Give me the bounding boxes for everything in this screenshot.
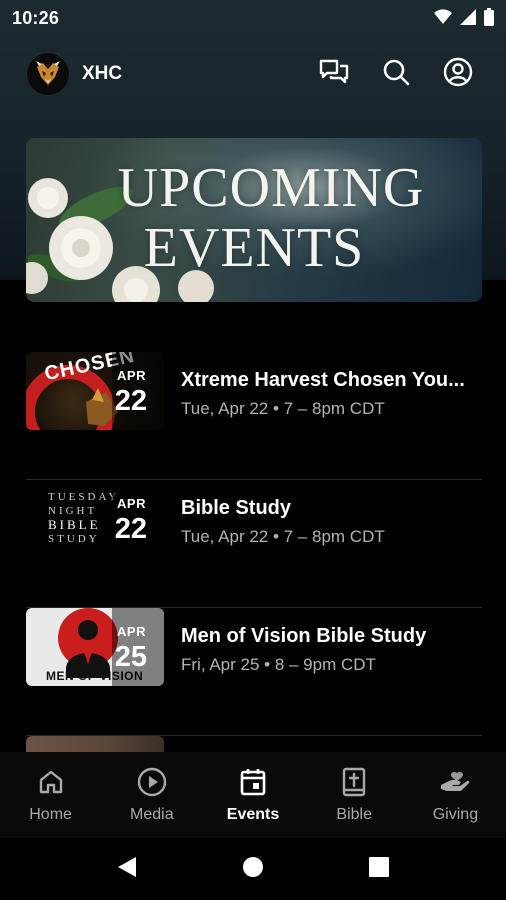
- nav-label: Events: [226, 806, 280, 823]
- back-button[interactable]: [112, 854, 142, 884]
- event-list-item[interactable]: TUESDAY NIGHT BIBLE STUDY APR 22 Bible S…: [26, 480, 482, 608]
- home-system-button[interactable]: [238, 854, 268, 884]
- nav-label: Bible: [336, 806, 372, 823]
- event-time: Fri, Apr 25 • 8 – 9pm CDT: [181, 655, 376, 674]
- event-month: APR: [117, 368, 146, 383]
- banner-heading-line1: UPCOMING: [117, 157, 425, 219]
- event-thumbnail: MEN OF VISION APR 25: [26, 608, 164, 686]
- event-title: Men of Vision Bible Study: [181, 625, 427, 647]
- event-time: Tue, Apr 22 • 7 – 8pm CDT: [181, 527, 385, 546]
- events-list: CHOSEN APR 22 Xtreme Harvest Chosen You.…: [26, 352, 482, 796]
- nav-item-events[interactable]: Events: [202, 752, 303, 838]
- nav-label: Giving: [432, 806, 479, 823]
- event-month: APR: [117, 496, 146, 511]
- event-thumbnail: TUESDAY NIGHT BIBLE STUDY APR 22: [26, 480, 164, 558]
- system-navigation-bar: [0, 838, 506, 900]
- thumbnail-caption: NIGHT: [48, 505, 98, 517]
- event-list-item[interactable]: MEN OF VISION APR 25 Men of Vision Bible…: [26, 608, 482, 736]
- status-time: 10:26: [12, 8, 60, 28]
- church-logo[interactable]: [26, 52, 70, 96]
- nav-label: Media: [130, 806, 174, 823]
- event-day: 22: [114, 513, 147, 545]
- app-header: XHC: [26, 52, 482, 96]
- thumbnail-caption: STUDY: [48, 533, 100, 545]
- wifi-icon: [434, 9, 452, 25]
- search-icon: [382, 58, 410, 91]
- giving-hand-icon: [439, 766, 471, 798]
- account-circle-icon: [443, 57, 473, 92]
- chat-icon: [319, 58, 349, 91]
- nav-item-giving[interactable]: Giving: [405, 752, 506, 838]
- event-day: 25: [114, 641, 147, 673]
- back-triangle-icon: [116, 855, 138, 884]
- event-day: 22: [114, 385, 147, 417]
- upcoming-events-banner: UPCOMING EVENTS: [26, 138, 482, 302]
- account-button[interactable]: [442, 57, 474, 92]
- calendar-icon: [237, 766, 269, 798]
- cell-signal-icon: [460, 9, 476, 25]
- banner-heading-line2: EVENTS: [143, 217, 365, 279]
- bible-icon: [338, 766, 370, 798]
- event-list-item[interactable]: CHOSEN APR 22 Xtreme Harvest Chosen You.…: [26, 352, 482, 480]
- play-circle-icon: [136, 766, 168, 798]
- event-title: Xtreme Harvest Chosen You...: [181, 369, 465, 391]
- thumbnail-caption: BIBLE: [48, 517, 101, 532]
- recents-button[interactable]: [364, 854, 394, 884]
- home-circle-icon: [241, 855, 265, 884]
- thumbnail-caption: TUESDAY: [48, 491, 120, 503]
- chat-button[interactable]: [318, 58, 350, 90]
- battery-icon: [484, 8, 494, 26]
- app-title: XHC: [82, 63, 123, 84]
- event-time: Tue, Apr 22 • 7 – 8pm CDT: [181, 399, 385, 418]
- search-button[interactable]: [380, 58, 412, 90]
- nav-item-home[interactable]: Home: [0, 752, 101, 838]
- event-month: APR: [117, 624, 146, 639]
- nav-item-bible[interactable]: Bible: [304, 752, 405, 838]
- event-title: Bible Study: [181, 497, 292, 519]
- status-icons: [434, 8, 494, 26]
- nav-item-media[interactable]: Media: [101, 752, 202, 838]
- bottom-navigation: Home Media Events Bible Giving: [0, 752, 506, 838]
- nav-label: Home: [29, 806, 72, 823]
- event-thumbnail: CHOSEN APR 22: [26, 352, 164, 430]
- home-icon: [35, 766, 67, 798]
- status-bar: 10:26: [0, 0, 506, 36]
- recents-square-icon: [368, 856, 390, 883]
